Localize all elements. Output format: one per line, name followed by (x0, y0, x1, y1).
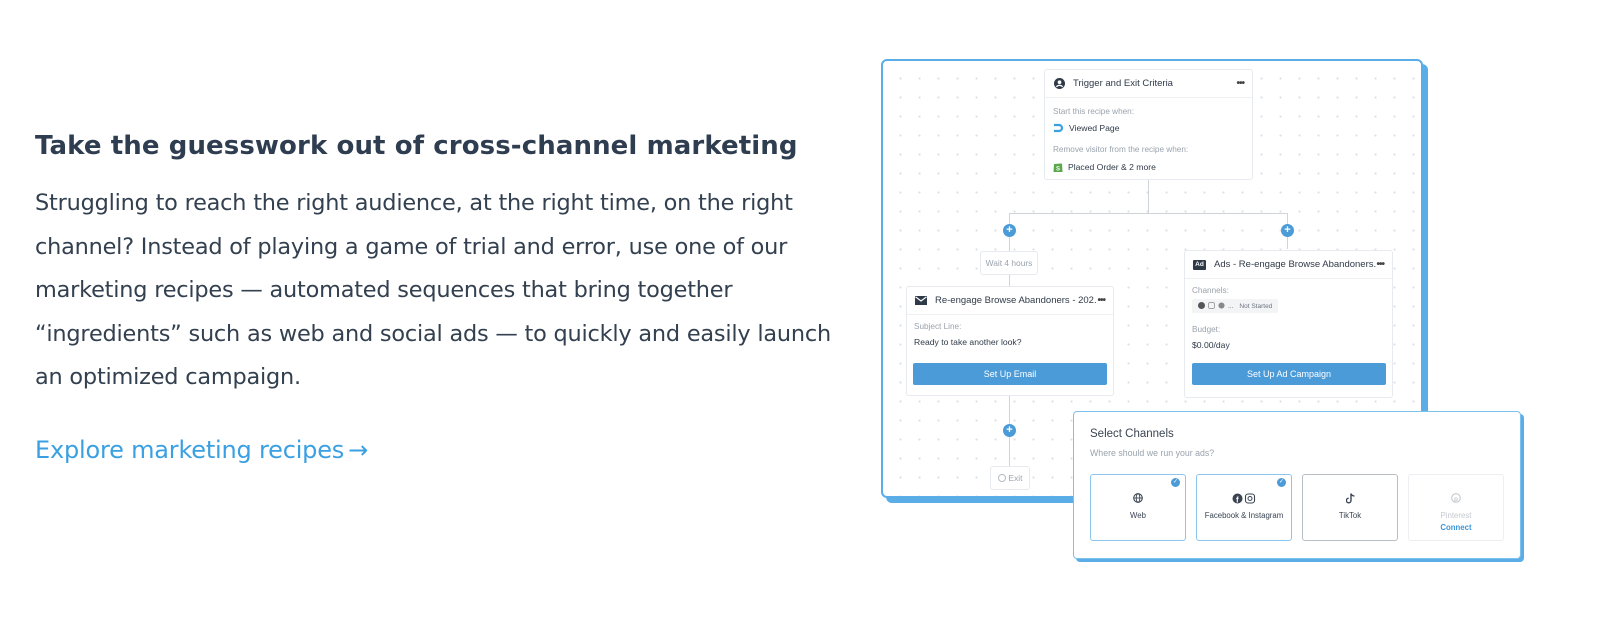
section-body: Struggling to reach the right audience, … (35, 190, 832, 390)
start-value: Viewed Page (1053, 123, 1120, 133)
instagram-icon (1208, 301, 1215, 311)
remove-value-text: Placed Order & 2 more (1068, 162, 1156, 172)
channel-option-web[interactable]: ✓ Web (1090, 474, 1186, 541)
budget-value: $0.00/day (1192, 340, 1230, 350)
channel-name: TikTok (1338, 511, 1362, 520)
trigger-card-header: Trigger and Exit Criteria ••• (1045, 70, 1252, 98)
start-value-text: Viewed Page (1069, 123, 1120, 133)
globe-icon (1218, 301, 1225, 311)
channels-status-chip: ... Not Started (1192, 299, 1279, 313)
subject-label: Subject Line: (914, 322, 962, 331)
channels-label: Channels: (1192, 286, 1229, 295)
set-up-ad-campaign-button[interactable]: Set Up Ad Campaign (1192, 363, 1386, 385)
exit-label: Exit (1008, 473, 1023, 483)
email-card-header: Re-engage Browse Abandoners - 202... ••• (907, 287, 1113, 315)
explore-recipes-link[interactable]: Explore marketing recipes → (35, 436, 368, 464)
channel-option-pinterest: p Pinterest Connect (1408, 474, 1504, 541)
svg-text:S: S (1056, 167, 1060, 173)
ads-card-header: Ad Ads - Re-engage Browse Abandoners... … (1185, 251, 1392, 279)
channel-name: Pinterest (1440, 511, 1472, 520)
ad-badge-icon: Ad (1193, 259, 1206, 270)
ads-card-title: Ads - Re-engage Browse Abandoners... (1214, 259, 1377, 270)
arrow-right-icon: → (348, 435, 368, 464)
budget-label: Budget: (1192, 325, 1221, 334)
channel-name: Web (1130, 511, 1146, 520)
globe-icon (1091, 493, 1185, 506)
email-card-title: Re-engage Browse Abandoners - 202... (935, 295, 1098, 306)
start-label: Start this recipe when: (1053, 107, 1135, 116)
shopify-bag-icon: S (1053, 161, 1063, 173)
add-step-button[interactable]: + (1003, 224, 1016, 237)
subject-value: Ready to take another look? (914, 337, 1022, 347)
pinterest-icon: p (1409, 493, 1503, 506)
more-options-icon[interactable]: ••• (1097, 295, 1105, 306)
checkmark-icon: ✓ (1277, 478, 1286, 487)
user-circle-icon (1053, 78, 1065, 90)
remove-value: S Placed Order & 2 more (1053, 161, 1156, 173)
select-channels-panel: Select Channels Where should we run your… (1073, 411, 1521, 559)
svg-text:p: p (1454, 496, 1458, 503)
explore-recipes-label: Explore marketing recipes (35, 435, 345, 464)
channel-option-facebook-instagram[interactable]: ✓ f Facebook & Instagram (1196, 474, 1292, 541)
more-options-icon[interactable]: ••• (1236, 78, 1244, 89)
page-view-icon (1053, 123, 1064, 133)
remove-label: Remove visitor from the recipe when: (1053, 145, 1189, 154)
ads-card[interactable]: Ad Ads - Re-engage Browse Abandoners... … (1184, 250, 1393, 398)
exit-step[interactable]: Exit (990, 466, 1030, 490)
connector-line (1148, 179, 1149, 213)
add-step-button[interactable]: + (1003, 424, 1016, 437)
wait-step[interactable]: Wait 4 hours (980, 251, 1038, 275)
channels-status: Not Started (1239, 302, 1273, 310)
trigger-card[interactable]: Trigger and Exit Criteria ••• Start this… (1044, 69, 1253, 180)
channels-more: ... (1228, 302, 1234, 310)
connector-line (1009, 213, 1288, 214)
connect-pinterest-link[interactable]: Connect (1409, 523, 1503, 532)
checkmark-icon: ✓ (1171, 478, 1180, 487)
facebook-icon (1198, 301, 1205, 311)
channel-name: Facebook & Instagram (1204, 511, 1284, 520)
envelope-icon (915, 295, 927, 307)
more-options-icon[interactable]: ••• (1376, 259, 1384, 270)
select-channels-title: Select Channels (1090, 428, 1174, 440)
facebook-instagram-icon: f (1197, 493, 1291, 507)
trigger-card-title: Trigger and Exit Criteria (1073, 78, 1173, 89)
channel-option-tiktok[interactable]: TikTok (1302, 474, 1398, 541)
add-step-button[interactable]: + (1281, 224, 1294, 237)
select-channels-subtitle: Where should we run your ads? (1090, 448, 1215, 458)
svg-text:f: f (1236, 496, 1239, 505)
tiktok-icon (1303, 493, 1397, 507)
check-circle-icon (997, 474, 1006, 482)
marketing-copy: Take the guesswork out of cross-channel … (35, 128, 855, 464)
section-heading: Take the guesswork out of cross-channel … (35, 131, 798, 161)
set-up-email-button[interactable]: Set Up Email (913, 363, 1107, 385)
email-card[interactable]: Re-engage Browse Abandoners - 202... •••… (906, 286, 1114, 396)
